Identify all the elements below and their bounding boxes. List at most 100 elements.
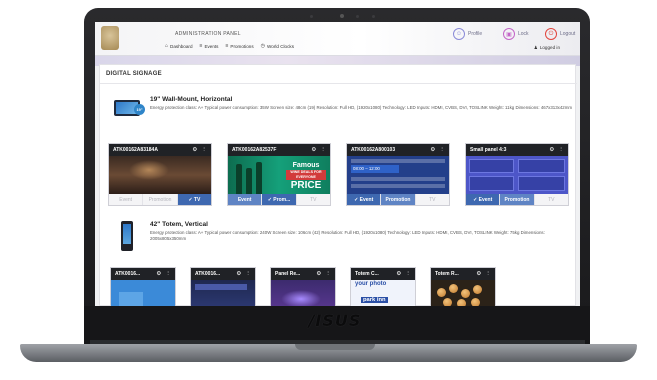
lock-icon: ▣ [503,28,515,40]
panel-header: Totem C... ⚙ ⋮ [351,268,415,280]
laptop-brand-text: /ISUS [308,310,362,330]
tab-tv[interactable]: TV [296,194,330,205]
laptop-notch [295,344,375,350]
layout-block [195,284,247,290]
admin-title: ADMINISTRATION PANEL [175,31,241,37]
kebab-menu-icon[interactable]: ⋮ [558,147,564,153]
kebab-menu-icon[interactable]: ⋮ [320,147,326,153]
panel-preview [191,280,255,306]
kebab-menu-icon[interactable]: ⋮ [325,271,331,277]
panel-card[interactable]: ATK00162A800103 ⚙ ⋮ 08:00 – 12:00 ✓ Event… [346,143,450,206]
kebab-menu-icon[interactable]: ⋮ [485,271,491,277]
user-icon: ☺ [453,28,465,40]
tab-event[interactable]: ✓ Event [347,194,382,205]
bottle-graphic [246,168,252,194]
panel-card[interactable]: Small panel 4:3 ⚙ ⋮ ✓ Event Promotion TV [465,143,569,206]
promo-line3: PRICE [290,180,322,191]
device-name: 42" Totem, Vertical [150,221,208,228]
gear-icon[interactable]: ⚙ [192,147,197,153]
panel-title: ATK00162A83184A [113,147,158,153]
gear-icon[interactable]: ⚙ [396,271,401,277]
panel-preview [431,280,495,306]
panel-header: Totem R... ⚙ ⋮ [431,268,495,280]
nav-events[interactable]: ≡ Events [200,43,219,49]
gear-icon[interactable]: ⚙ [549,147,554,153]
logged-in-status: ♟ Logged in [534,45,560,51]
tab-tv[interactable]: TV [415,194,449,205]
panel-card[interactable]: ATK00162A83184A ⚙ ⋮ Event Promotion ✓ TV [108,143,212,206]
kebab-menu-icon[interactable]: ⋮ [201,147,207,153]
home-icon: ⌂ [165,43,169,49]
schedule-row [351,159,445,163]
panel-card[interactable]: ATK00162A82537F ⚙ ⋮ Famous WINE DEALS FOR… [227,143,331,206]
nav-label: Events [204,43,219,49]
gear-icon[interactable]: ⚙ [316,271,321,277]
layout-block [469,176,514,191]
device-info: 19" Wall-Mount, Horizontal Energy protec… [150,96,580,116]
schedule-time: 08:00 – 12:00 [353,166,380,171]
tab-promotion[interactable]: Promotion [500,194,535,205]
bezel-sensor [356,15,359,18]
lock-button[interactable]: ▣ Lock [503,28,529,40]
panel-card[interactable]: ATK0016... ⚙ ⋮ [190,267,256,306]
panel-title: ATK00162A800103 [351,147,396,153]
gear-icon[interactable]: ⚙ [476,271,481,277]
panel-tabs: ✓ Event Promotion TV [347,194,449,205]
clock-icon: ◷ [260,43,266,49]
panel-card[interactable]: Totem R... ⚙ ⋮ [430,267,496,306]
kebab-menu-icon[interactable]: ⋮ [405,271,411,277]
kebab-menu-icon[interactable]: ⋮ [165,271,171,277]
gear-icon[interactable]: ⚙ [311,147,316,153]
tab-tv[interactable]: ✓ TV [177,194,211,205]
gear-icon[interactable]: ⚙ [430,147,435,153]
bezel-sensor [310,15,313,18]
panel-card[interactable]: ATK0016... ⚙ ⋮ [110,267,176,306]
food-graphic [437,288,446,297]
panel-header: ATK0016... ⚙ ⋮ [111,268,175,280]
panel-preview [466,156,568,194]
tab-event[interactable]: Event [109,194,144,205]
panel-header: ATK00162A800103 ⚙ ⋮ [347,144,449,156]
nav-world-clocks[interactable]: ◷ World Clocks [261,43,294,49]
screen: ADMINISTRATION PANEL ⌂ Dashboard ≡ Events … [95,22,580,306]
webcam-icon [340,14,344,18]
nav-label: World Clocks [267,43,294,49]
photo-headline: your photo [355,281,387,287]
panel-title: ATK0016... [115,271,141,277]
panel-card[interactable]: Totem C... ⚙ ⋮ your photo park inn [350,267,416,306]
panel-title: ATK0016... [195,271,221,277]
tab-tv[interactable]: TV [534,194,568,205]
nav-dashboard[interactable]: ⌂ Dashboard [165,43,193,49]
lock-label: Lock [518,31,529,37]
tab-event[interactable]: Event [228,194,263,205]
tab-promotion[interactable]: Promotion [143,194,178,205]
layout-block [469,159,514,173]
panel-tabs: Event ✓ Prom... TV [228,194,330,205]
device-spec: Energy protection class: A+ Typical powe… [150,230,545,241]
food-graphic [457,299,466,306]
gear-icon[interactable]: ⚙ [236,271,241,277]
profile-label: Profile [468,31,483,37]
gear-icon[interactable]: ⚙ [156,271,161,277]
promo-text: Famous WINE DEALS FOR EVERYONE PRICE [286,162,326,191]
admin-header: ADMINISTRATION PANEL ⌂ Dashboard ≡ Events … [95,22,580,56]
admin-logo[interactable] [101,26,119,50]
kebab-menu-icon[interactable]: ⋮ [439,147,445,153]
tab-promotion[interactable]: ✓ Prom... [262,194,297,205]
preview-highlight [281,290,321,306]
laptop-brand-logo: /ISUS [303,310,367,330]
kebab-menu-icon[interactable]: ⋮ [245,271,251,277]
profile-button[interactable]: ☺ Profile [453,28,482,40]
nav-promotions[interactable]: ≡ Promotions [225,43,253,49]
bottle-graphic [256,162,262,194]
food-graphic [471,298,480,306]
promo-line2: WINE DEALS FOR EVERYONE [286,170,326,180]
panel-header: ATK00162A83184A ⚙ ⋮ [109,144,211,156]
logout-button[interactable]: ⏻ Logout [545,28,575,40]
food-graphic [443,298,452,306]
panel-card[interactable]: Panel Re... ⚙ ⋮ [270,267,336,306]
tab-promotion[interactable]: Promotion [381,194,416,205]
divider [100,83,577,84]
panel-header: ATK00162A82537F ⚙ ⋮ [228,144,330,156]
tab-event[interactable]: ✓ Event [466,194,501,205]
